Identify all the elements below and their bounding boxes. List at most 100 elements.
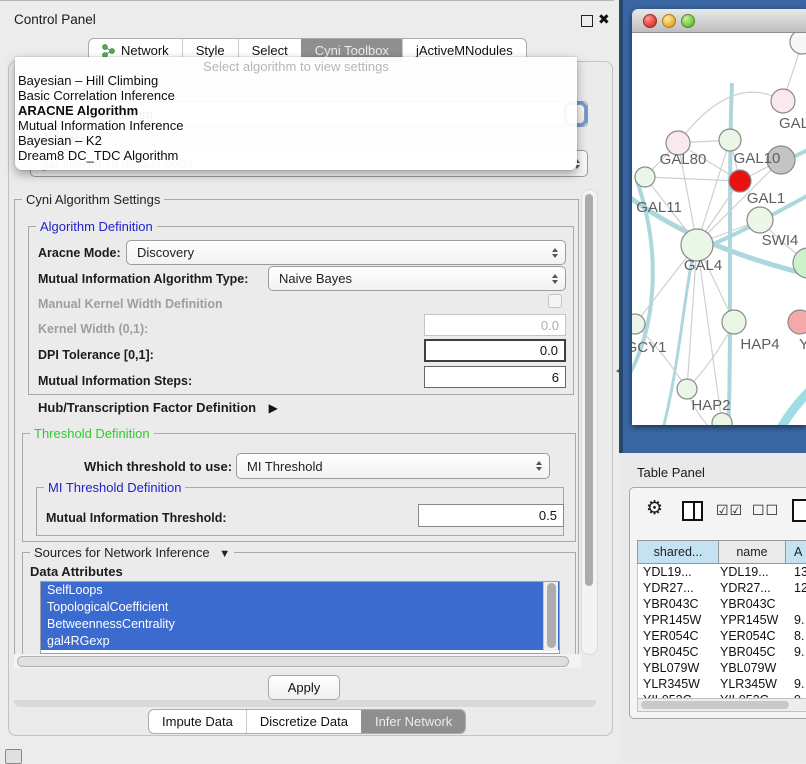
mi-steps-field[interactable]: 6 bbox=[424, 366, 566, 388]
which-threshold-combobox[interactable]: MI Threshold bbox=[236, 453, 550, 479]
mi-threshold-group-title: MI Threshold Definition bbox=[44, 480, 185, 495]
table-row[interactable]: YDR27...YDR27...12 bbox=[638, 580, 806, 596]
table-row[interactable]: YPR145WYPR145W9. bbox=[638, 612, 806, 628]
cell: YLR345W bbox=[638, 676, 718, 692]
hub-definition-toggle[interactable]: Hub/Transcription Factor Definition ▶ bbox=[38, 399, 278, 417]
node-label: GAL4 bbox=[684, 257, 722, 274]
dropdown-placeholder: Select algorithm to view settings bbox=[15, 59, 577, 74]
node-label: GAL11 bbox=[636, 199, 682, 216]
sources-group-title[interactable]: Sources for Network Inference ▼ bbox=[30, 545, 234, 560]
node[interactable] bbox=[771, 89, 795, 113]
unchecked-boxes-icon[interactable]: ☐☐ bbox=[752, 502, 779, 519]
tab-infer-network-label: Infer Network bbox=[375, 714, 452, 729]
dpi-tolerance-field[interactable]: 0.0 bbox=[424, 339, 566, 362]
mi-threshold-field[interactable]: 0.5 bbox=[418, 504, 564, 527]
close-icon[interactable]: ✖ bbox=[598, 11, 610, 28]
table-row[interactable]: YER054CYER054C8. bbox=[638, 628, 806, 644]
aracne-mode-combobox[interactable]: Discovery bbox=[126, 240, 566, 265]
node[interactable] bbox=[790, 33, 806, 54]
cell: YDL19... bbox=[718, 564, 788, 580]
node-gal11[interactable] bbox=[635, 167, 655, 187]
table-row[interactable]: YDL19...YDL19...13 bbox=[638, 564, 806, 580]
node-gal1-selected[interactable] bbox=[729, 170, 751, 192]
gear-icon[interactable]: ⚙ bbox=[646, 497, 663, 520]
tab-infer-network[interactable]: Infer Network bbox=[361, 710, 465, 733]
node-gal10[interactable] bbox=[719, 129, 741, 151]
network-window-titlebar[interactable] bbox=[632, 9, 806, 33]
mi-threshold-label: Mutual Information Threshold: bbox=[46, 511, 227, 525]
apply-button[interactable]: Apply bbox=[268, 675, 340, 700]
mi-steps-label: Mutual Information Steps: bbox=[38, 374, 192, 388]
kernel-width-label: Kernel Width (0,1): bbox=[38, 322, 148, 336]
list-item[interactable]: TopologicalCoefficient bbox=[41, 599, 559, 616]
mi-algorithm-type-combobox[interactable]: Naive Bayes bbox=[268, 266, 566, 291]
threshold-definition-title: Threshold Definition bbox=[30, 426, 154, 441]
zoom-traffic-light-icon[interactable] bbox=[681, 14, 695, 28]
cell: YER054C bbox=[638, 628, 718, 644]
network-nodes bbox=[632, 33, 806, 425]
minimize-traffic-light-icon[interactable] bbox=[662, 14, 676, 28]
node-label: GAL bbox=[779, 115, 806, 132]
tab-discretize-data[interactable]: Discretize Data bbox=[246, 710, 361, 733]
network-canvas[interactable]: GAL GAL80 GAL10 GAL1 GAL11 SWI4 GAL4 GCY… bbox=[632, 33, 806, 425]
cell: YBL079W bbox=[638, 660, 718, 676]
node-hap4[interactable] bbox=[722, 310, 746, 334]
document-icon[interactable] bbox=[792, 499, 806, 522]
settings-horizontal-scrollbar[interactable] bbox=[14, 654, 581, 668]
table-horizontal-scrollbar[interactable] bbox=[637, 698, 806, 712]
table-row[interactable]: YBL079WYBL079W bbox=[638, 660, 806, 676]
list-item[interactable]: gal4RGexp bbox=[41, 633, 559, 650]
checked-boxes-icon[interactable]: ☑☑ bbox=[716, 502, 743, 519]
node-swi4[interactable] bbox=[747, 207, 773, 233]
node-hap2[interactable] bbox=[677, 379, 697, 399]
column-header-shared-name[interactable]: shared... bbox=[638, 541, 718, 563]
cyni-algorithm-settings-title: Cyni Algorithm Settings bbox=[22, 192, 164, 207]
mi-algorithm-type-label: Mutual Information Algorithm Type: bbox=[38, 272, 248, 286]
table-panel-title: Table Panel bbox=[637, 465, 705, 480]
cell: 13 bbox=[788, 564, 806, 580]
dropdown-item-selected[interactable]: ARACNE Algorithm bbox=[18, 103, 138, 118]
cell: 12 bbox=[788, 580, 806, 596]
table-header: shared... name A bbox=[637, 540, 806, 564]
split-columns-icon[interactable] bbox=[682, 501, 703, 521]
cell: YBR045C bbox=[638, 644, 718, 660]
dropdown-item[interactable]: Dream8 DC_TDC Algorithm bbox=[18, 148, 178, 163]
node-label: GCY1 bbox=[632, 339, 666, 356]
tab-discretize-data-label: Discretize Data bbox=[260, 714, 348, 729]
table-row[interactable]: YLR345WYLR345W9. bbox=[638, 676, 806, 692]
kernel-width-field[interactable]: 0.0 bbox=[424, 314, 566, 336]
tab-impute-data-label: Impute Data bbox=[162, 714, 233, 729]
table-row[interactable]: YBR045CYBR045C9. bbox=[638, 644, 806, 660]
tab-impute-data[interactable]: Impute Data bbox=[149, 710, 246, 733]
table-row[interactable]: YBR043CYBR043C bbox=[638, 596, 806, 612]
cell: YDL19... bbox=[638, 564, 718, 580]
node-salmon[interactable] bbox=[788, 310, 806, 334]
float-window-icon[interactable] bbox=[581, 15, 593, 27]
list-item[interactable]: SelfLoops bbox=[41, 582, 559, 599]
dropdown-item[interactable]: Bayesian – Hill Climbing bbox=[18, 73, 158, 88]
screen: Control Panel ✖ Network Style Select bbox=[0, 0, 806, 762]
settings-vertical-scrollbar[interactable] bbox=[581, 189, 598, 655]
list-item[interactable]: BetweennessCentrality bbox=[41, 616, 559, 633]
close-traffic-light-icon[interactable] bbox=[643, 14, 657, 28]
collapsed-arrow-icon: ▶ bbox=[269, 401, 278, 415]
table-body: YDL19...YDL19...13 YDR27...YDR27...12 YB… bbox=[637, 564, 806, 698]
node-gcy1[interactable] bbox=[632, 314, 645, 334]
network-icon bbox=[102, 44, 115, 58]
column-header-name[interactable]: name bbox=[718, 541, 785, 563]
tab-jactivemnodules-label: jActiveMNodules bbox=[416, 43, 513, 58]
dropdown-item[interactable]: Bayesian – K2 bbox=[18, 133, 102, 148]
cell bbox=[788, 596, 806, 612]
network-graph bbox=[632, 33, 806, 425]
manual-kernel-width-checkbox[interactable] bbox=[548, 294, 562, 308]
cyni-bottom-tabbar: Impute Data Discretize Data Infer Networ… bbox=[148, 709, 466, 734]
dropdown-item[interactable]: Basic Correlation Inference bbox=[18, 88, 175, 103]
dropdown-item[interactable]: Mutual Information Inference bbox=[18, 118, 183, 133]
cell bbox=[788, 660, 806, 676]
tab-cyni-toolbox-label: Cyni Toolbox bbox=[315, 43, 389, 58]
list-scrollbar[interactable] bbox=[543, 582, 558, 651]
node-label: HAP2 bbox=[691, 397, 730, 414]
panel-bottom-strip bbox=[14, 700, 596, 707]
cell: YBL079W bbox=[718, 660, 788, 676]
column-header-partial[interactable]: A bbox=[785, 541, 806, 563]
